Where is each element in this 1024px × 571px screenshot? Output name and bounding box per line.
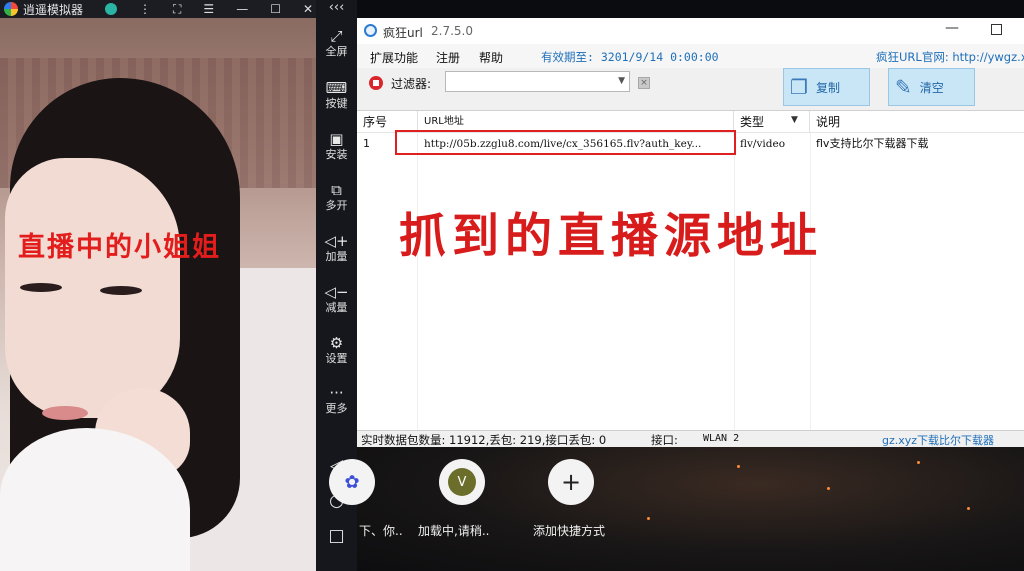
chevron-down-icon: ▼ bbox=[618, 76, 625, 86]
cell-desc[interactable]: flv支持比尔下载器下载 bbox=[810, 133, 1024, 155]
screen: 逍遥模拟器 ⋮ ⛶ ☰ — ☐ ✕ 直播中的小姐姐 ‹‹‹ ⤢ 全屏 ⌨ 按键 … bbox=[0, 0, 1024, 571]
column-divider bbox=[810, 133, 811, 431]
sidebar-fullscreen-button[interactable]: ⤢ 全屏 bbox=[316, 27, 357, 59]
maximize-icon[interactable] bbox=[991, 24, 1002, 35]
shortcut-label: 加载中,请稍.. bbox=[418, 524, 490, 538]
sidebar-label: 减量 bbox=[325, 301, 348, 314]
filter-dropdown[interactable]: ▼ bbox=[445, 71, 630, 92]
live-stream-video[interactable]: 直播中的小姐姐 bbox=[0, 18, 316, 571]
emulator-titlebar: 逍遥模拟器 ⋮ ⛶ ☰ — ☐ ✕ bbox=[0, 0, 357, 18]
app-version: 2.7.5.0 bbox=[431, 24, 473, 38]
plus-icon: + bbox=[560, 468, 582, 496]
official-site-link[interactable]: 疯狂URL官网: http://ywgz.x bbox=[876, 49, 1024, 65]
background-spark bbox=[827, 487, 830, 490]
sidebar-keyboard-button[interactable]: ⌨ 按键 bbox=[316, 79, 357, 111]
statusbar: 实时数据包数量: 11912,丢包: 219,接口丢包: 0 接口: WLAN … bbox=[357, 430, 1024, 447]
app-logo-icon bbox=[364, 24, 377, 37]
url-highlight-box bbox=[395, 130, 736, 155]
volume-up-icon: ◁+ bbox=[324, 232, 349, 250]
hamburger-menu-icon[interactable]: ☰ bbox=[203, 0, 214, 18]
collapse-sidebar-icon[interactable]: ‹‹‹ bbox=[316, 0, 357, 16]
more-icon: ··· bbox=[329, 384, 344, 402]
background-spark bbox=[917, 461, 920, 464]
column-divider bbox=[417, 133, 418, 431]
sidebar-more-button[interactable]: ··· 更多 bbox=[316, 384, 357, 416]
broom-icon: ✎ bbox=[895, 75, 912, 99]
copy-icon: ❐ bbox=[790, 75, 808, 99]
emulator-logo-icon bbox=[4, 2, 18, 16]
interface-value[interactable]: WLAN 2 bbox=[703, 433, 739, 444]
col-header-desc[interactable]: 说明 bbox=[810, 111, 1024, 133]
maximize-icon[interactable]: ☐ bbox=[270, 0, 281, 18]
sidebar-label: 设置 bbox=[325, 352, 348, 365]
cell-type[interactable]: flv/video bbox=[734, 133, 810, 155]
shortcut-label: 添加快捷方式 bbox=[533, 524, 606, 538]
flower-icon: ✿ bbox=[344, 471, 360, 493]
recent-apps-icon[interactable]: □ bbox=[316, 526, 357, 546]
background-spark bbox=[737, 465, 740, 468]
sidebar-label: 安装 bbox=[325, 148, 348, 161]
copy-label: 复制 bbox=[815, 80, 840, 95]
fullscreen-icon: ⤢ bbox=[330, 27, 343, 45]
clear-label: 清空 bbox=[919, 80, 944, 95]
url-table: 序号 URL地址 类型 ▼ 说明 1 http://05b.zzglu8.com… bbox=[357, 110, 1024, 431]
app-v-icon: V bbox=[448, 468, 476, 496]
sidebar-label: 按键 bbox=[325, 97, 348, 110]
packet-stats: 实时数据包数量: 11912,丢包: 219,接口丢包: 0 bbox=[361, 433, 607, 447]
apk-icon: ▣ bbox=[329, 130, 344, 148]
minimize-icon[interactable]: — bbox=[236, 0, 248, 18]
shortcut-label: 下、你.. bbox=[359, 524, 403, 538]
app-titlebar: 疯狂url 2.7.5.0 — bbox=[357, 18, 1024, 44]
sidebar-label: 多开 bbox=[325, 199, 348, 212]
stream-annotation: 直播中的小姐姐 bbox=[18, 232, 221, 263]
background-spark bbox=[967, 507, 970, 510]
app-title: 疯狂url bbox=[383, 26, 423, 40]
filter-label: 过滤器: bbox=[391, 77, 432, 91]
capture-annotation: 抓到的直播源地址 bbox=[399, 209, 823, 264]
copy-button[interactable]: ❐ 复制 bbox=[783, 68, 870, 106]
interface-label: 接口: bbox=[651, 433, 678, 447]
streamer-eye bbox=[20, 283, 62, 292]
settings-icon: ⚙ bbox=[329, 334, 344, 352]
expiry-date: 有效期至: 3201/9/14 0:00:00 bbox=[541, 50, 719, 64]
sidebar-install-button[interactable]: ▣ 安装 bbox=[316, 130, 357, 162]
shortcut-loading[interactable]: V bbox=[439, 459, 485, 505]
col-header-type[interactable]: 类型 bbox=[734, 111, 810, 133]
sidebar-volume-up-button[interactable]: ◁+ 加量 bbox=[316, 232, 357, 264]
keyboard-icon: ⌨ bbox=[325, 79, 348, 97]
shortcut-partial[interactable]: ✿ bbox=[329, 459, 375, 505]
filter-clear-icon[interactable]: × bbox=[638, 77, 650, 89]
sidebar-settings-button[interactable]: ⚙ 设置 bbox=[316, 334, 357, 366]
streamer-eye bbox=[100, 286, 142, 295]
menubar: 扩展功能 注册 帮助 有效期至: 3201/9/14 0:00:00 疯狂URL… bbox=[357, 44, 1024, 68]
downloader-link[interactable]: gz.xyz下载比尔下载器 bbox=[882, 432, 994, 448]
add-shortcut-button[interactable]: + bbox=[548, 459, 594, 505]
sidebar-label: 加量 bbox=[325, 250, 348, 263]
menu-dots-icon[interactable]: ⋮ bbox=[139, 0, 151, 18]
volume-down-icon: ◁− bbox=[324, 283, 349, 301]
background-spark bbox=[647, 517, 650, 520]
sidebar-label: 更多 bbox=[325, 402, 348, 415]
multi-instance-icon: ⧉ bbox=[331, 181, 342, 199]
clear-button[interactable]: ✎ 清空 bbox=[888, 68, 975, 106]
screenshot-icon[interactable]: ⛶ bbox=[173, 0, 181, 18]
stop-capture-icon[interactable] bbox=[369, 76, 383, 90]
emulator-title: 逍遥模拟器 bbox=[23, 2, 84, 17]
sidebar-label: 全屏 bbox=[325, 45, 348, 58]
sort-arrow-icon[interactable]: ▼ bbox=[791, 115, 798, 125]
menu-extensions[interactable]: 扩展功能 bbox=[370, 49, 418, 66]
android-desktop: ✿ 下、你.. V 加载中,请稍.. + 添加快捷方式 bbox=[329, 447, 1024, 571]
column-divider bbox=[734, 133, 735, 431]
crazy-url-window: 疯狂url 2.7.5.0 — 扩展功能 注册 帮助 有效期至: 3201/9/… bbox=[357, 18, 1024, 447]
close-icon[interactable]: ✕ bbox=[303, 0, 313, 18]
sidebar-volume-down-button[interactable]: ◁− 减量 bbox=[316, 283, 357, 315]
sidebar-multi-instance-button[interactable]: ⧉ 多开 bbox=[316, 181, 357, 213]
menu-help[interactable]: 帮助 bbox=[479, 49, 503, 66]
menu-register[interactable]: 注册 bbox=[436, 49, 460, 66]
minimize-icon[interactable]: — bbox=[945, 20, 959, 36]
toolbar: 过滤器: ▼ × ❐ 复制 ✎ 清空 bbox=[357, 68, 1024, 108]
streamer-lips bbox=[42, 406, 88, 420]
assistant-icon[interactable] bbox=[105, 3, 118, 15]
